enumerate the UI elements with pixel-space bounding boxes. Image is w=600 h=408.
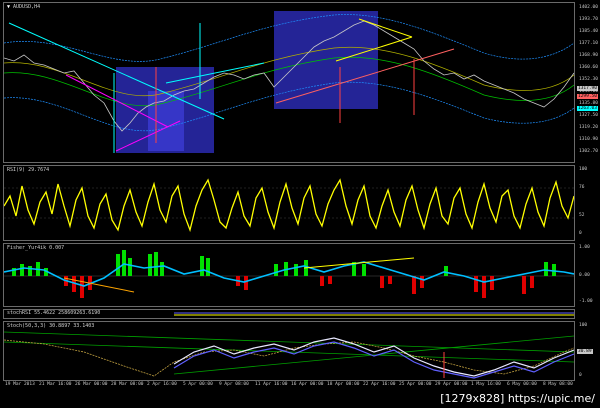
- time-label: 6 May 00:00: [507, 382, 537, 387]
- price-tick: 1368.90: [579, 53, 598, 58]
- time-label: 8 May 08:00: [543, 382, 573, 387]
- time-label: 26 Mar 00:00: [75, 382, 108, 387]
- time-label: 5 Apr 00:00: [183, 382, 213, 387]
- price-tick: 1402.00: [579, 5, 598, 10]
- fisher-scale: 1.00 0.00 -1.00: [577, 243, 600, 307]
- time-label: 25 Apr 00:00: [399, 382, 432, 387]
- rsi-scale: 100 76 52 0: [577, 165, 600, 241]
- time-label: 11 Apr 16:00: [255, 382, 288, 387]
- time-label: 19 Mar 2013: [5, 382, 35, 387]
- price-chart-panel[interactable]: ▼ AUDUSD,H4: [3, 2, 575, 163]
- fisher-tick: 0.00: [579, 273, 590, 278]
- time-label: 29 Apr 08:00: [435, 382, 468, 387]
- time-label: 16 Apr 00:00: [291, 382, 324, 387]
- price-tick: 1377.10: [579, 41, 598, 46]
- fisher-tick: -1.00: [579, 299, 593, 304]
- price-tick: 1385.40: [579, 29, 598, 34]
- time-label: 9 Apr 08:00: [219, 382, 249, 387]
- price-tick: 1302.70: [579, 149, 598, 154]
- line-price-tag: 1263.03: [577, 106, 598, 111]
- price-scale: 1402.00 1393.70 1385.40 1377.10 1368.90 …: [577, 2, 600, 163]
- fisher-tick: 1.00: [579, 245, 590, 250]
- price-tick: 1393.70: [579, 17, 598, 22]
- rsi-tick: 76: [579, 185, 585, 190]
- stoch-line: [173, 337, 574, 377]
- stoch-scale: 100 30.89 0: [577, 321, 600, 381]
- rsi-tick: 52: [579, 213, 585, 218]
- line-price-tag: 1299.50: [577, 94, 598, 99]
- price-tick: 1327.50: [579, 113, 598, 118]
- time-label: 22 Apr 16:00: [363, 382, 396, 387]
- time-label: 28 Mar 08:00: [111, 382, 144, 387]
- watermark: [1279x828] https://upic.me/: [437, 391, 598, 406]
- price-tick: 1310.90: [579, 137, 598, 142]
- fisher-trendline: [303, 257, 415, 269]
- time-axis: 19 Mar 2013 21 Mar 16:00 26 Mar 00:00 28…: [3, 382, 575, 390]
- stochrsi-panel[interactable]: stochRSI 55.4622 258609263.6190: [3, 309, 575, 319]
- time-label: 18 Apr 08:00: [327, 382, 360, 387]
- stoch-panel[interactable]: Stoch(50,3,3) 30.8897 33.1403: [3, 321, 575, 381]
- price-tick: 1319.20: [579, 125, 598, 130]
- time-label: 1 May 16:00: [471, 382, 501, 387]
- zone-box: [274, 11, 378, 109]
- rsi-tick: 0: [579, 231, 582, 236]
- price-chart-canvas: [4, 11, 574, 153]
- stochrsi-canvas: [174, 312, 574, 316]
- rsi-tick: 100: [579, 167, 588, 172]
- stoch-tick: 0: [579, 373, 582, 378]
- stoch-tick: 100: [579, 323, 588, 328]
- stoch-canvas: [4, 331, 574, 379]
- rsi-panel[interactable]: RSI(9) 29.7674: [3, 165, 575, 241]
- rsi-line: [4, 178, 574, 233]
- rsi-canvas: [4, 178, 574, 233]
- fisher-canvas: [4, 250, 574, 298]
- fisher-panel[interactable]: Fisher_Yur4ik 0.007: [3, 243, 575, 307]
- price-tick: 1360.60: [579, 65, 598, 70]
- price-tick: 1352.30: [579, 77, 598, 82]
- stoch-value-tag: 30.89: [577, 349, 593, 354]
- time-label: 2 Apr 16:00: [147, 382, 177, 387]
- bid-price-tag: 1317.90: [577, 86, 598, 91]
- time-label: 21 Mar 16:00: [39, 382, 72, 387]
